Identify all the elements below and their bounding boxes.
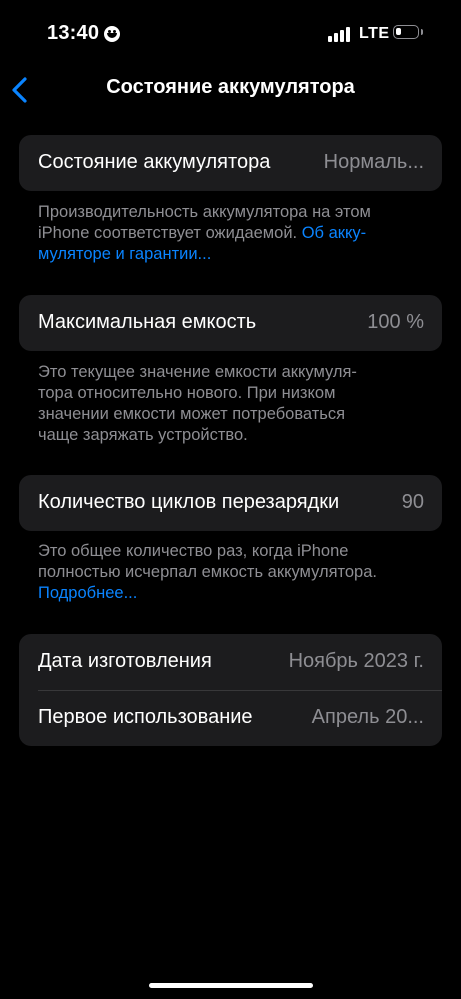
battery-health-row[interactable]: Состояние аккумулятора Нормаль... xyxy=(19,135,442,191)
battery-tip xyxy=(421,29,423,35)
navigation-bar: Состояние аккумулятора xyxy=(0,70,461,110)
status-bar: 13:40 LTE xyxy=(0,0,461,70)
battery-health-footnote: Производительность аккумулятора на этом … xyxy=(38,202,428,265)
footnote-line: значении емкости может потребоваться xyxy=(38,405,346,423)
manufacture-date-row: Дата изготовления Ноябрь 2023 г. xyxy=(19,634,442,691)
battery-warranty-link[interactable]: Об акку- xyxy=(302,224,366,242)
home-indicator[interactable] xyxy=(149,983,313,988)
max-capacity-card: Максимальная емкость 100 % xyxy=(19,295,442,351)
cycle-count-row: Количество циклов перезарядки 90 xyxy=(19,475,442,531)
footnote-line: Это текущее значение емкости аккумуля- xyxy=(38,363,357,381)
footnote-line: iPhone соответствует ожидаемой. Об акку- xyxy=(38,223,428,244)
cycle-count-card: Количество циклов перезарядки 90 xyxy=(19,475,442,531)
smiley-face-icon xyxy=(104,26,120,42)
first-use-value: Апрель 20... xyxy=(311,706,424,728)
footnote-line: тора относительно нового. При низком xyxy=(38,384,336,402)
manufacture-date-label: Дата изготовления xyxy=(38,650,212,672)
learn-more-link[interactable]: Подробнее... xyxy=(38,583,428,604)
max-capacity-value: 100 % xyxy=(367,311,424,333)
first-use-label: Первое использование xyxy=(38,706,253,728)
signal-bars-icon xyxy=(328,26,352,42)
footnote-line: полностью исчерпал емкость аккумулятора. xyxy=(38,563,377,581)
max-capacity-label: Максимальная емкость xyxy=(38,311,257,333)
footnote-line: Производительность аккумулятора на этом xyxy=(38,203,371,221)
battery-icon xyxy=(393,25,419,39)
max-capacity-footnote: Это текущее значение емкости аккумуля- т… xyxy=(38,362,428,446)
cycle-count-label: Количество циклов перезарядки xyxy=(38,491,340,513)
max-capacity-row: Максимальная емкость 100 % xyxy=(19,295,442,351)
footnote-text: iPhone соответствует ожидаемой. xyxy=(38,224,302,242)
battery-health-card[interactable]: Состояние аккумулятора Нормаль... xyxy=(19,135,442,191)
dates-card: Дата изготовления Ноябрь 2023 г. Первое … xyxy=(19,634,442,746)
network-type: LTE xyxy=(359,25,390,42)
battery-health-value: Нормаль... xyxy=(323,151,424,173)
status-time: 13:40 xyxy=(47,22,100,44)
cycle-count-footnote: Это общее количество раз, когда iPhone п… xyxy=(38,541,428,604)
page-title: Состояние аккумулятора xyxy=(106,76,355,98)
cycle-count-value: 90 xyxy=(401,491,424,513)
battery-warranty-link-cont[interactable]: муляторе и гарантии... xyxy=(38,244,428,265)
footnote-line: Это общее количество раз, когда iPhone xyxy=(38,542,349,560)
manufacture-date-value: Ноябрь 2023 г. xyxy=(288,650,424,672)
battery-health-label: Состояние аккумулятора xyxy=(38,151,271,173)
first-use-row: Первое использование Апрель 20... xyxy=(19,690,442,746)
footnote-line: чаще заряжать устройство. xyxy=(38,426,248,444)
